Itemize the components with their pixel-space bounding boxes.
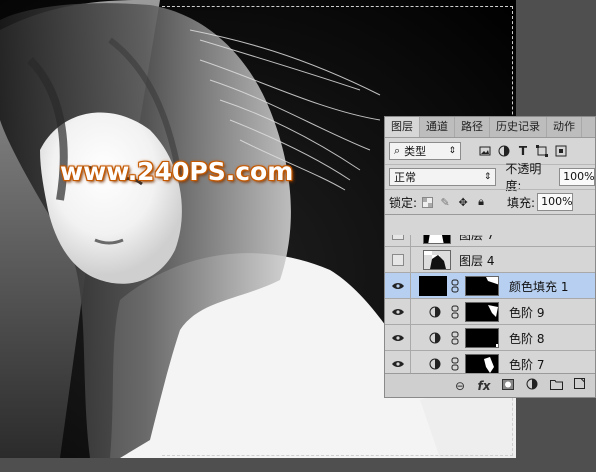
- link-chain-icon[interactable]: [451, 305, 459, 319]
- visibility-toggle[interactable]: [385, 325, 411, 350]
- layer-row-levels-7[interactable]: 色阶 7: [385, 351, 595, 373]
- adjustment-icon[interactable]: [525, 378, 539, 393]
- tab-layers[interactable]: 图层: [385, 117, 420, 137]
- filter-row: ⌕ 类型 ⇕ T: [385, 138, 595, 164]
- search-icon: ⌕: [394, 144, 401, 157]
- visibility-toggle[interactable]: [385, 247, 411, 272]
- hidden-box-icon: [391, 253, 404, 266]
- eye-icon: [391, 360, 404, 367]
- lock-icons: ✎ ✥ 🔒︎: [421, 195, 487, 209]
- panel-tabs: 图层 通道 路径 历史记录 动作: [385, 117, 595, 138]
- adjustment-layer-icon: [429, 332, 441, 344]
- type-filter-icon[interactable]: T: [517, 144, 529, 158]
- eye-icon: [391, 334, 404, 341]
- blend-row: 正常 ⇕ 不透明度: 100%: [385, 162, 595, 193]
- layer-name: 颜色填充 1: [509, 280, 569, 294]
- layer-thumbnail: [423, 250, 451, 270]
- layer-name: 色阶 8: [509, 332, 545, 346]
- visibility-toggle[interactable]: [385, 273, 411, 298]
- folder-icon[interactable]: [549, 379, 563, 393]
- layer-row-7[interactable]: 图层 7: [385, 235, 595, 247]
- lock-position-icon[interactable]: ✥: [457, 196, 469, 209]
- layer-row-4[interactable]: 图层 4: [385, 247, 595, 273]
- layer-mask-thumbnail[interactable]: [465, 354, 499, 373]
- blend-mode-select[interactable]: 正常 ⇕: [389, 168, 497, 186]
- tab-actions[interactable]: 动作: [547, 117, 582, 137]
- layer-name: 色阶 9: [509, 306, 545, 320]
- fill-color-thumbnail[interactable]: [419, 276, 447, 296]
- image-filter-icon[interactable]: [479, 145, 491, 157]
- tab-channels[interactable]: 通道: [420, 117, 455, 137]
- lock-row: 锁定: ✎ ✥ 🔒︎ 填充: 100%: [385, 189, 595, 215]
- layer-thumbnail: [423, 235, 451, 244]
- opacity-field[interactable]: 100%: [559, 168, 595, 186]
- smart-object-filter-icon[interactable]: [555, 145, 567, 157]
- new-layer-icon[interactable]: [573, 378, 587, 393]
- lock-label: 锁定:: [389, 195, 418, 210]
- adjustment-layer-icon: [429, 306, 441, 318]
- layer-row-color-fill-1[interactable]: 颜色填充 1: [385, 273, 595, 299]
- fill-field[interactable]: 100%: [537, 193, 574, 211]
- lock-pixels-icon[interactable]: ✎: [439, 196, 451, 209]
- layer-mask-thumbnail[interactable]: [465, 276, 499, 296]
- lock-transparency-icon[interactable]: [421, 196, 433, 208]
- link-chain-icon[interactable]: [451, 357, 459, 371]
- hidden-box-icon: [391, 235, 404, 240]
- layers-panel: 图层 通道 路径 历史记录 动作 ⌕ 类型 ⇕ T 正常 ⇕ 不透明度: 100…: [384, 116, 596, 398]
- mask-icon[interactable]: [501, 378, 515, 393]
- panel-bottom-bar: ⊖ fx: [385, 373, 595, 397]
- link-icon[interactable]: ⊖: [453, 379, 467, 393]
- filter-icons: T: [479, 144, 567, 158]
- visibility-toggle[interactable]: [385, 235, 411, 246]
- layer-mask-thumbnail[interactable]: [465, 302, 499, 322]
- lock-all-icon[interactable]: 🔒︎: [475, 195, 487, 208]
- shape-filter-icon[interactable]: [536, 145, 548, 157]
- layer-row-levels-9[interactable]: 色阶 9: [385, 299, 595, 325]
- filter-type-label: 类型: [404, 145, 427, 158]
- chevron-updown-icon: ⇕: [448, 146, 456, 156]
- adjustment-layer-icon: [429, 358, 441, 370]
- visibility-toggle[interactable]: [385, 299, 411, 324]
- watermark-text: www.240PS.com: [60, 157, 294, 186]
- fx-icon[interactable]: fx: [477, 379, 491, 393]
- tab-paths[interactable]: 路径: [455, 117, 490, 137]
- layer-mask-thumbnail[interactable]: [465, 328, 499, 348]
- blend-mode-label: 正常: [394, 171, 416, 184]
- layer-name: 图层 4: [459, 254, 495, 268]
- link-chain-icon[interactable]: [451, 279, 459, 293]
- adjustment-filter-icon[interactable]: [498, 145, 510, 157]
- eye-icon: [391, 282, 404, 289]
- layer-name: 图层 7: [459, 235, 495, 242]
- layer-row-levels-8[interactable]: 色阶 8: [385, 325, 595, 351]
- visibility-toggle[interactable]: [385, 351, 411, 373]
- tab-history[interactable]: 历史记录: [490, 117, 547, 137]
- link-chain-icon[interactable]: [451, 331, 459, 345]
- chevron-updown-icon: ⇕: [483, 172, 492, 182]
- fill-label: 填充:: [507, 195, 536, 210]
- layers-list: 图层 7 图层 4 颜色填充 1 色阶 9 色阶 8 色阶 7: [385, 235, 595, 373]
- eye-icon: [391, 308, 404, 315]
- layer-name: 色阶 7: [509, 358, 545, 372]
- filter-type-select[interactable]: ⌕ 类型 ⇕: [389, 142, 461, 160]
